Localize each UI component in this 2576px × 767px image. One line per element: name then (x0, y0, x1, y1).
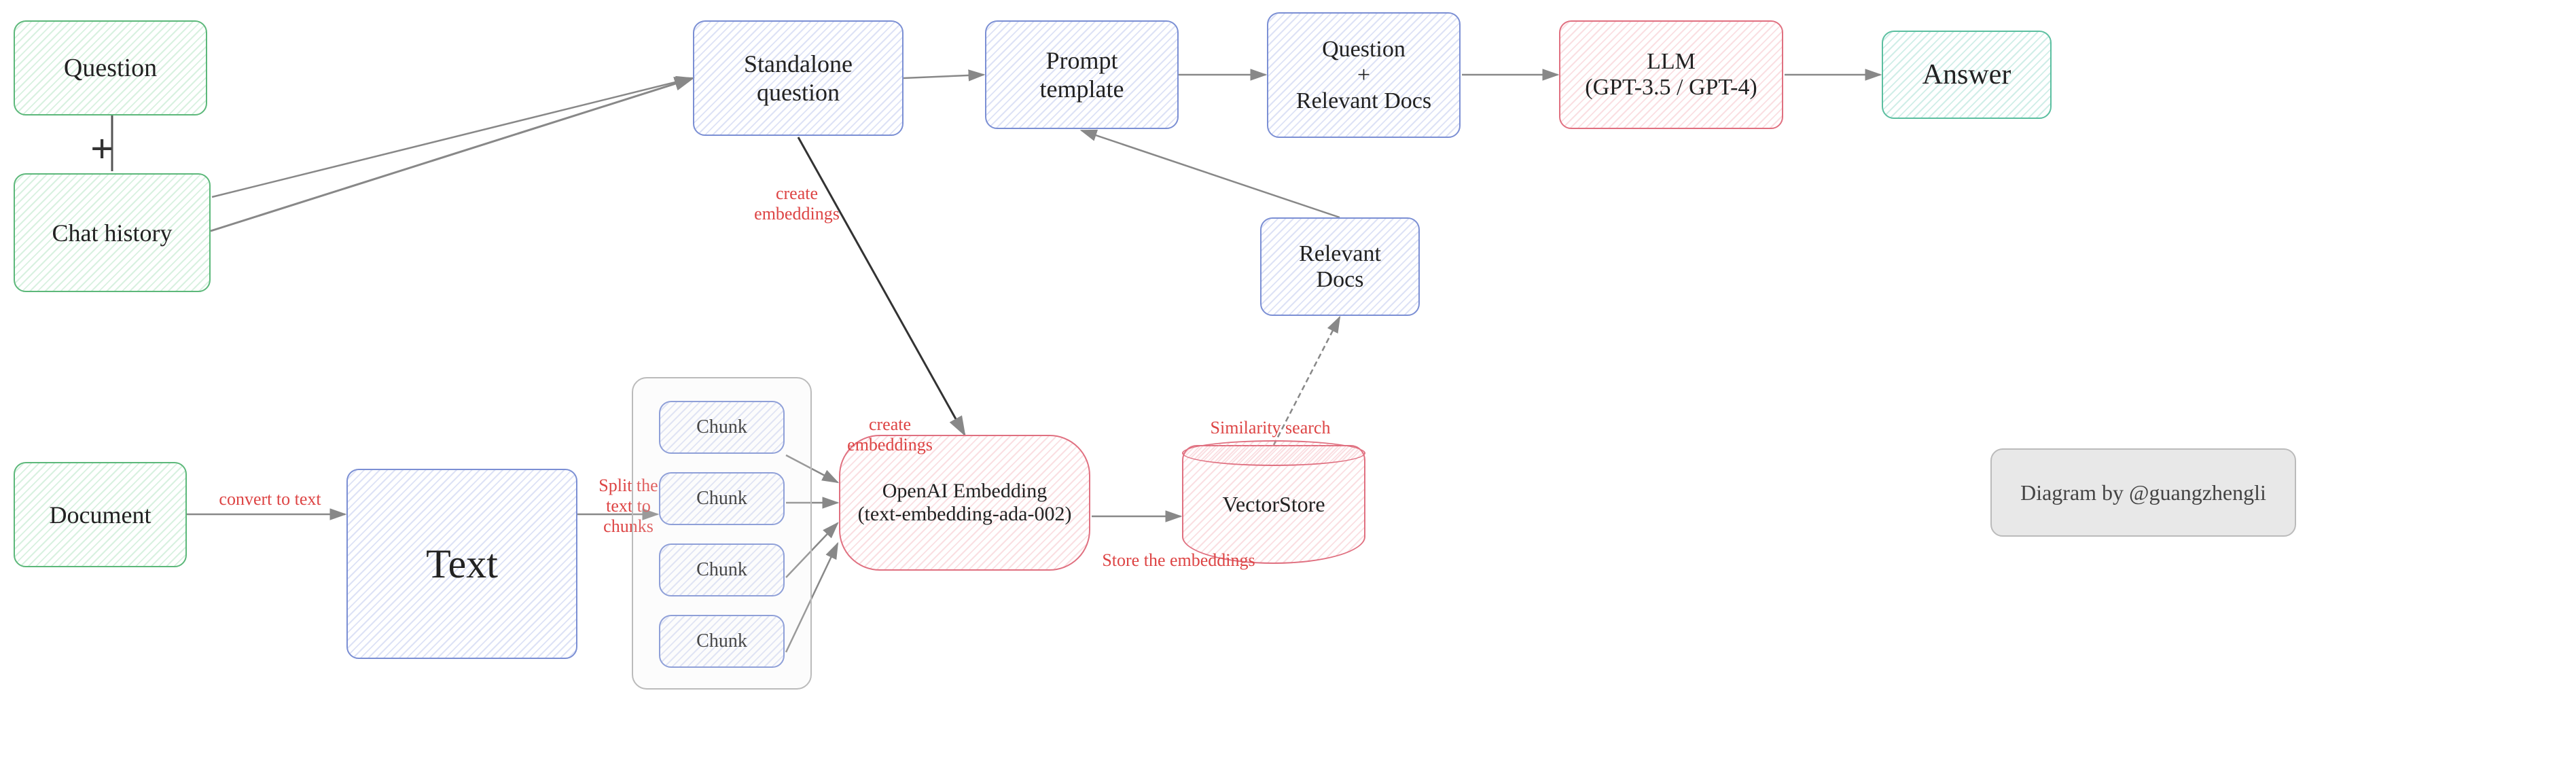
create-embeddings-top-label: create embeddings (753, 183, 841, 224)
text-label: Text (426, 541, 498, 588)
chunk2-node: Chunk (659, 472, 785, 525)
standalone-question-label: Standalonequestion (744, 50, 853, 107)
convert-to-text-label: convert to text (197, 489, 343, 510)
chunk3-label: Chunk (696, 559, 747, 581)
question-relevant-docs-node: Question+Relevant Docs (1267, 12, 1461, 138)
answer-node: Answer (1882, 31, 2052, 119)
chunk1-node: Chunk (659, 401, 785, 454)
similarity-search-label: Similarity search (1196, 418, 1345, 438)
chunk1-label: Chunk (696, 416, 747, 438)
plus-sign: + (90, 126, 113, 173)
convert-to-text-text: convert to text (219, 489, 321, 509)
store-embeddings-text: Store the embeddings (1102, 550, 1255, 570)
relevant-docs-node: RelevantDocs (1260, 217, 1420, 316)
split-text-text: Split the text to chunks (598, 476, 658, 536)
chunk4-node: Chunk (659, 615, 785, 668)
question-node: Question (14, 20, 207, 115)
llm-node: LLM(GPT-3.5 / GPT-4) (1559, 20, 1783, 129)
relevant-docs-label: RelevantDocs (1299, 241, 1381, 293)
document-label: Document (50, 501, 151, 529)
create-embeddings-bottom-text: create embeddings (847, 414, 933, 454)
prompt-template-label: Prompttemplate (1040, 46, 1124, 103)
diagram-credit-node: Diagram by @guangzhengli (1990, 448, 2296, 537)
openai-embedding-label: OpenAI Embedding(text-embedding-ada-002) (858, 480, 1072, 526)
document-node: Document (14, 462, 187, 567)
llm-label: LLM(GPT-3.5 / GPT-4) (1585, 49, 1757, 101)
diagram-container: Question + Chat history Standalonequesti… (0, 0, 2576, 767)
diagram-credit-label: Diagram by @guangzhengli (2020, 480, 2266, 505)
text-node: Text (346, 469, 577, 659)
prompt-template-node: Prompttemplate (985, 20, 1179, 129)
chunk3-node: Chunk (659, 543, 785, 596)
question-label: Question (64, 53, 157, 83)
chat-history-node: Chat history (14, 173, 211, 292)
similarity-search-text: Similarity search (1211, 418, 1331, 438)
create-embeddings-bottom-label: create embeddings (839, 414, 941, 455)
chat-history-label: Chat history (52, 219, 173, 247)
vectorstore-label: VectorStore (1222, 492, 1325, 517)
standalone-question-node: Standalonequestion (693, 20, 904, 136)
openai-embedding-node: OpenAI Embedding(text-embedding-ada-002) (839, 435, 1090, 571)
create-embeddings-top-text: create embeddings (754, 183, 840, 224)
answer-label: Answer (1922, 58, 2011, 91)
vectorstore-node: VectorStore (1182, 445, 1365, 564)
question-relevant-docs-label: Question+Relevant Docs (1296, 37, 1431, 114)
store-embeddings-label: Store the embeddings (1101, 550, 1257, 571)
chunk4-label: Chunk (696, 630, 747, 652)
chunk2-label: Chunk (696, 488, 747, 510)
